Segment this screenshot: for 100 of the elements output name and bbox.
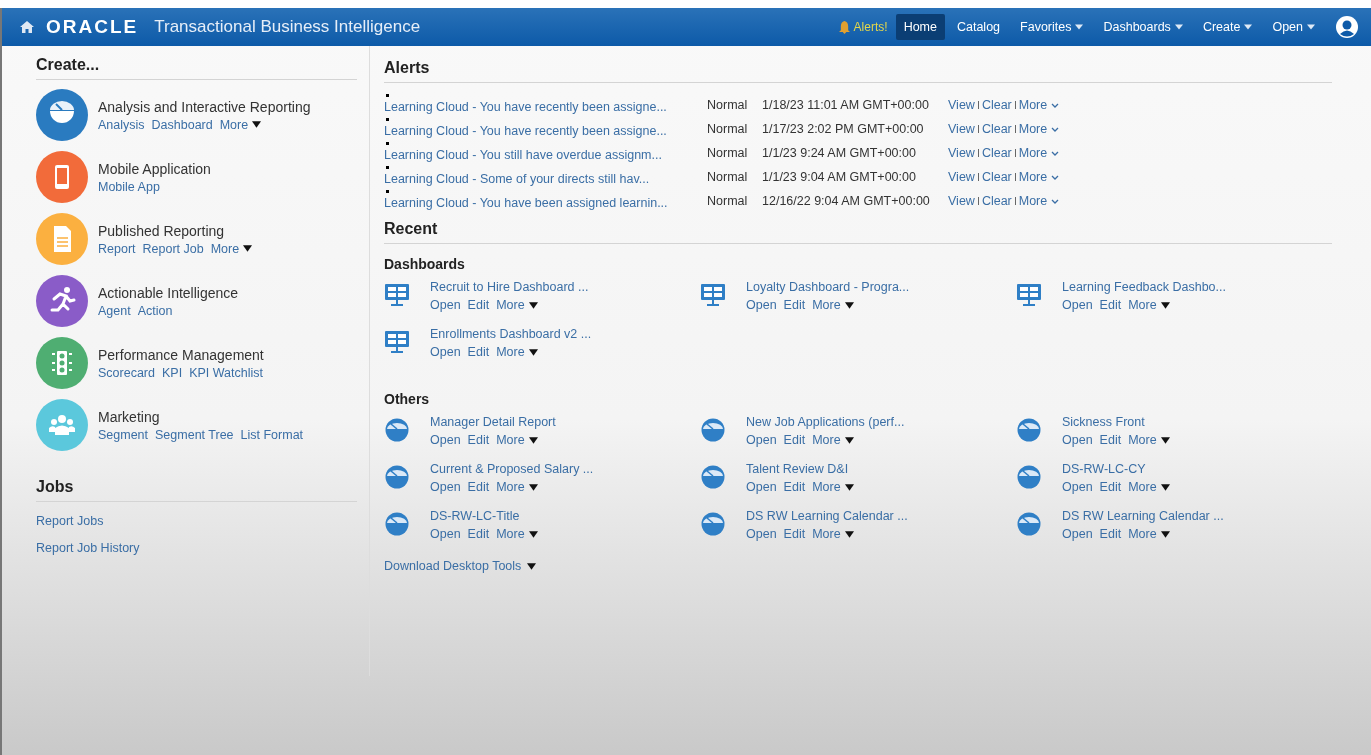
more-menu[interactable]: More — [812, 433, 854, 447]
job-link[interactable]: Report Job History — [36, 541, 357, 555]
recent-item-link[interactable]: DS RW Learning Calendar ... — [1062, 509, 1224, 523]
create-link[interactable]: Mobile App — [98, 179, 160, 194]
more-menu[interactable]: More — [812, 298, 854, 312]
create-link[interactable]: Report — [98, 241, 136, 256]
alert-link[interactable]: Learning Cloud - Some of your directs still hav... — [384, 172, 650, 186]
create-link[interactable]: KPI — [162, 365, 183, 380]
create-link[interactable]: Segment — [98, 427, 149, 442]
nav-tab[interactable]: Favorites — [1012, 14, 1092, 40]
create-link[interactable]: Scorecard — [98, 365, 155, 380]
more-menu[interactable]: More — [812, 480, 854, 494]
alert-action-link[interactable]: Clear — [981, 146, 1012, 160]
alert-action-link[interactable]: View — [948, 194, 975, 208]
alert-action-link[interactable]: Clear — [981, 122, 1012, 136]
item-action-link[interactable]: Edit — [783, 480, 806, 494]
alert-action-link[interactable]: More — [1018, 194, 1060, 208]
item-action-link[interactable]: Open — [746, 433, 777, 447]
recent-item-link[interactable]: Learning Feedback Dashbo... — [1062, 280, 1226, 294]
item-action-link[interactable]: Edit — [467, 480, 490, 494]
more-menu[interactable]: More — [1128, 433, 1170, 447]
alert-action-link[interactable]: View — [948, 170, 975, 184]
home-icon[interactable] — [20, 21, 34, 33]
item-action-link[interactable]: Open — [746, 480, 777, 494]
item-action-link[interactable]: Edit — [1099, 433, 1122, 447]
more-menu[interactable]: More — [1128, 298, 1170, 312]
recent-item-link[interactable]: Recruit to Hire Dashboard ... — [430, 280, 589, 294]
item-action-link[interactable]: Edit — [467, 345, 490, 359]
create-link[interactable]: List Format — [240, 427, 304, 442]
download-menu[interactable]: Download Desktop Tools — [384, 559, 537, 573]
item-action-link[interactable]: Open — [1062, 527, 1093, 541]
nav-tab[interactable]: Open — [1264, 14, 1323, 40]
item-action-link[interactable]: Edit — [1099, 480, 1122, 494]
alerts-link[interactable]: Alerts! — [838, 20, 888, 34]
more-menu[interactable]: More — [1128, 527, 1170, 541]
create-link[interactable]: Segment Tree — [155, 427, 234, 442]
user-avatar-icon[interactable] — [1335, 15, 1359, 39]
alert-link[interactable]: Learning Cloud - You still have overdue assignm... — [384, 148, 662, 162]
nav-tab[interactable]: Home — [895, 14, 945, 40]
recent-item-link[interactable]: DS-RW-LC-CY — [1062, 462, 1146, 476]
more-menu[interactable]: More — [496, 433, 538, 447]
recent-item-link[interactable]: Current & Proposed Salary ... — [430, 462, 594, 476]
alert-action-link[interactable]: Clear — [981, 98, 1012, 112]
create-link[interactable]: Dashboard — [151, 117, 213, 132]
alert-action-link[interactable]: View — [948, 122, 975, 136]
item-action-link[interactable]: Edit — [783, 433, 806, 447]
more-menu[interactable]: More — [496, 527, 538, 541]
alert-action-link[interactable]: More — [1018, 98, 1060, 112]
nav-tab[interactable]: Dashboards — [1095, 14, 1191, 40]
item-action-link[interactable]: Open — [1062, 480, 1093, 494]
alert-action-link[interactable]: Clear — [981, 194, 1012, 208]
create-link[interactable]: Analysis — [98, 117, 145, 132]
item-action-link[interactable]: Open — [430, 480, 461, 494]
more-menu[interactable]: More — [496, 298, 538, 312]
item-action-link[interactable]: Edit — [783, 527, 806, 541]
alert-action-link[interactable]: More — [1018, 146, 1060, 160]
more-menu[interactable]: More — [812, 527, 854, 541]
create-link[interactable]: Action — [137, 303, 173, 318]
alert-action-link[interactable]: Clear — [981, 170, 1012, 184]
alert-action-link[interactable]: More — [1018, 122, 1060, 136]
alert-link[interactable]: Learning Cloud - You have recently been assigne... — [384, 100, 667, 114]
item-action-link[interactable]: Edit — [467, 527, 490, 541]
more-menu[interactable]: More — [496, 480, 538, 494]
recent-item-link[interactable]: Loyalty Dashboard - Progra... — [746, 280, 910, 294]
recent-item-link[interactable]: Sickness Front — [1062, 415, 1145, 429]
item-action-link[interactable]: Edit — [1099, 527, 1122, 541]
recent-item-link[interactable]: Manager Detail Report — [430, 415, 556, 429]
more-menu[interactable]: More — [219, 117, 262, 132]
nav-tab[interactable]: Catalog — [948, 14, 1009, 40]
item-action-link[interactable]: Edit — [467, 433, 490, 447]
recent-item-link[interactable]: Enrollments Dashboard v2 ... — [430, 327, 592, 341]
more-menu[interactable]: More — [1128, 480, 1170, 494]
create-link[interactable]: Agent — [98, 303, 131, 318]
create-link[interactable]: KPI Watchlist — [189, 365, 263, 380]
alert-action-link[interactable]: View — [948, 98, 975, 112]
recent-item-link[interactable]: New Job Applications (perf... — [746, 415, 905, 429]
item-action-link[interactable]: Open — [1062, 298, 1093, 312]
more-menu[interactable]: More — [210, 241, 253, 256]
nav-tab[interactable]: Create — [1194, 14, 1261, 40]
item-action-link[interactable]: Open — [430, 298, 461, 312]
brand-logo[interactable]: ORACLE — [46, 16, 139, 38]
item-action-link[interactable]: Open — [746, 298, 777, 312]
recent-item-link[interactable]: DS RW Learning Calendar ... — [746, 509, 908, 523]
item-action-link[interactable]: Edit — [1099, 298, 1122, 312]
item-action-link[interactable]: Edit — [467, 298, 490, 312]
item-action-link[interactable]: Open — [430, 527, 461, 541]
item-action-link[interactable]: Open — [746, 527, 777, 541]
item-action-link[interactable]: Open — [430, 345, 461, 359]
job-link[interactable]: Report Jobs — [36, 514, 357, 528]
alert-action-link[interactable]: More — [1018, 170, 1060, 184]
create-link[interactable]: Report Job — [142, 241, 204, 256]
alert-link[interactable]: Learning Cloud - You have recently been assigne... — [384, 124, 667, 138]
more-menu[interactable]: More — [496, 345, 538, 359]
item-action-link[interactable]: Open — [1062, 433, 1093, 447]
alert-link[interactable]: Learning Cloud - You have been assigned learnin... — [384, 196, 668, 210]
alert-action-link[interactable]: View — [948, 146, 975, 160]
item-action-link[interactable]: Edit — [783, 298, 806, 312]
item-action-link[interactable]: Open — [430, 433, 461, 447]
recent-item-link[interactable]: DS-RW-LC-Title — [430, 509, 520, 523]
recent-item-link[interactable]: Talent Review D&I — [746, 462, 849, 476]
